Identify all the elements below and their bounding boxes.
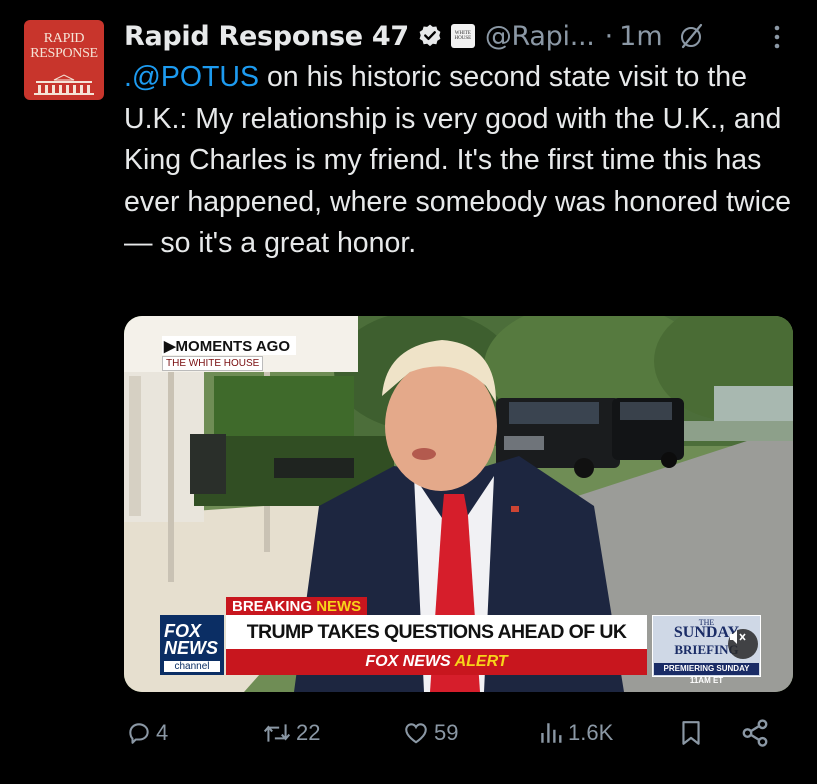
share-icon (742, 719, 768, 747)
video-player[interactable]: ▶MOMENTS AGO THE WHITE HOUSE FOX NEWS ch… (124, 316, 793, 692)
views-icon (541, 723, 562, 743)
more-vertical-icon[interactable] (770, 22, 784, 52)
tweet-header: Rapid Response 47 WHITE HOUSE @Rapi... ·… (124, 16, 804, 56)
moments-ago-label: ▶MOMENTS AGO (162, 336, 296, 355)
like-icon (405, 723, 427, 744)
alert-prefix: FOX NEWS (365, 653, 451, 670)
grok-icon[interactable] (677, 22, 705, 50)
tweet-actions: 4 22 59 1.6K (124, 713, 804, 753)
tweet-text: .@POTUS on his historic second state vis… (124, 57, 804, 265)
fox-logo-line-2: NEWS (164, 638, 218, 658)
reply-icon (129, 723, 149, 744)
alert-suffix: ALERT (454, 653, 508, 670)
repost-count: 22 (296, 720, 321, 745)
fox-news-logo: FOX NEWS channel (160, 615, 224, 675)
mention-link[interactable]: .@POTUS (124, 61, 259, 93)
separator-dot: · (604, 20, 614, 52)
bookmark-button[interactable] (678, 713, 708, 753)
repost-button[interactable]: 22 (262, 713, 320, 753)
fox-logo-line-1: FOX (164, 621, 202, 641)
timestamp[interactable]: 1m (619, 21, 662, 52)
chyron-headline: TRUMP TAKES QUESTIONS AHEAD OF UK STATE … (226, 615, 647, 677)
breaking-news-banner: BREAKING NEWS (226, 597, 368, 616)
breaking-prefix: BREAKING (232, 598, 313, 615)
avatar-text-line-2: RESPONSE (30, 46, 98, 61)
view-count: 1.6K (568, 720, 614, 745)
views-button[interactable]: 1.6K (538, 713, 613, 753)
promo-line-3: PREMIERING SUNDAY 11AM ET (654, 663, 759, 685)
breaking-suffix: NEWS (316, 598, 362, 615)
repost-icon (263, 724, 291, 742)
share-button[interactable] (740, 713, 774, 753)
reply-button[interactable]: 4 (126, 713, 168, 753)
fox-news-alert: FOX NEWS ALERT (226, 649, 647, 675)
author-handle[interactable]: @Rapi... (485, 21, 595, 52)
avatar[interactable]: RAPID RESPONSE (24, 20, 104, 100)
bookmark-icon (682, 721, 700, 745)
verified-badge-icon[interactable] (417, 23, 443, 49)
moments-ago-text: MOMENTS AGO (175, 338, 290, 355)
reply-count: 4 (156, 720, 169, 745)
like-button[interactable]: 59 (402, 713, 458, 753)
avatar-text-line-1: RAPID (43, 31, 85, 46)
fox-logo-channel: channel (164, 661, 220, 672)
author-name[interactable]: Rapid Response 47 (124, 21, 409, 52)
location-label: THE WHITE HOUSE (162, 356, 264, 371)
affiliate-text-2: HOUSE (454, 36, 472, 41)
white-house-logo (34, 74, 94, 95)
speaker-muted-icon[interactable] (728, 629, 758, 659)
like-count: 59 (434, 720, 459, 745)
white-house-affiliate-icon[interactable]: WHITE HOUSE (450, 24, 475, 48)
